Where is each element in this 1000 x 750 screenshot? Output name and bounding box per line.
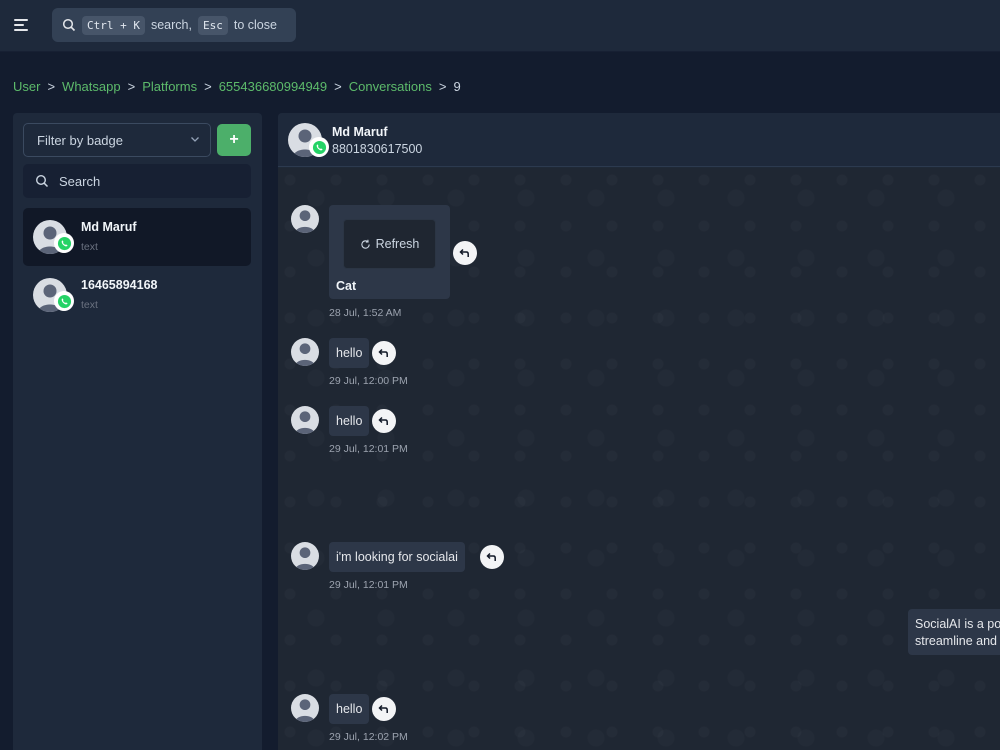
avatar [291,406,319,434]
refresh-icon [360,239,370,249]
breadcrumb-whatsapp[interactable]: Whatsapp [62,79,121,94]
breadcrumb-conversations[interactable]: Conversations [349,79,432,94]
contact-item-md-maruf[interactable]: Md Maruf text [23,208,251,266]
whatsapp-icon [54,233,74,253]
search-icon [35,174,49,188]
add-button[interactable]: + [217,124,251,156]
breadcrumb-separator: > [334,78,342,94]
message-area[interactable]: Refresh Cat 28 Jul, 1:52 AM hello 29 Jul… [278,168,1000,750]
shortcut-key-ctrl-k: Ctrl + K [82,15,145,35]
reply-icon[interactable] [453,241,477,265]
filter-select-label: Filter by badge [37,132,123,148]
avatar [291,338,319,366]
search-placeholder: Search [59,173,101,189]
avatar [291,694,319,722]
top-bar: Ctrl + K search, Esc to close [0,0,1000,52]
message-bubble: hello [329,338,370,368]
reply-icon[interactable] [372,697,396,721]
message-bubble: i'm looking for socialai [329,542,465,572]
whatsapp-icon [309,137,329,157]
breadcrumb-user[interactable]: User [13,79,40,94]
contact-name: Md Maruf [81,220,137,234]
chat-header: Md Maruf 8801830617500 [278,113,1000,167]
reply-icon[interactable] [372,341,396,365]
message-bubble: hello [329,694,370,724]
chat-panel: Md Maruf 8801830617500 Refresh Cat 28 Ju… [278,113,1000,750]
message-timestamp: 29 Jul, 12:02 PM [329,731,408,743]
whatsapp-icon [54,291,74,311]
menu-icon[interactable] [12,14,32,36]
media-caption: Cat [336,279,357,293]
outgoing-message-line: SocialAI is a pow [915,617,1000,631]
media-message-bubble: Refresh Cat [329,205,450,299]
breadcrumb-separator: > [47,78,56,94]
outgoing-message-line: streamline and . [915,634,1000,648]
refresh-button[interactable]: Refresh [343,219,436,269]
message-timestamp: 28 Jul, 1:52 AM [329,307,402,319]
breadcrumb: User > Whatsapp > Platforms > 6554366809… [13,78,461,94]
conversation-list-panel: Filter by badge + Search Md Maruf text 1… [13,113,262,750]
breadcrumb-separator: > [438,78,447,94]
breadcrumb-separator: > [204,78,212,94]
contact-last-message: text [81,299,98,311]
breadcrumb-platforms[interactable]: Platforms [142,79,197,94]
outgoing-message-bubble: SocialAI is a pow streamline and . [908,609,1000,655]
shortcut-key-esc: Esc [197,15,228,35]
avatar [291,205,319,233]
message-timestamp: 29 Jul, 12:01 PM [329,579,408,591]
breadcrumb-separator: > [127,78,136,94]
avatar [291,542,319,570]
breadcrumb-current: 9 [453,78,461,94]
contact-last-message: text [81,241,98,253]
chevron-down-icon [191,137,199,142]
filter-by-badge-select[interactable]: Filter by badge [23,123,211,157]
search-hint-close-text: to close [233,18,277,32]
conversation-search-input[interactable]: Search [23,164,251,198]
global-search[interactable]: Ctrl + K search, Esc to close [52,8,296,42]
message-timestamp: 29 Jul, 12:00 PM [329,375,408,387]
reply-icon[interactable] [372,409,396,433]
message-bubble: hello [329,406,370,436]
contact-item-16465894168[interactable]: 16465894168 text [23,266,251,324]
contact-name: 16465894168 [81,278,158,292]
search-icon [62,18,76,32]
search-hint-text: search, [150,18,192,32]
chat-contact-name: Md Maruf [332,125,388,139]
breadcrumb-platform-id[interactable]: 655436680994949 [219,79,327,94]
refresh-label: Refresh [375,237,420,251]
chat-contact-phone: 8801830617500 [332,142,423,156]
reply-icon[interactable] [480,545,504,569]
message-timestamp: 29 Jul, 12:01 PM [329,443,408,455]
